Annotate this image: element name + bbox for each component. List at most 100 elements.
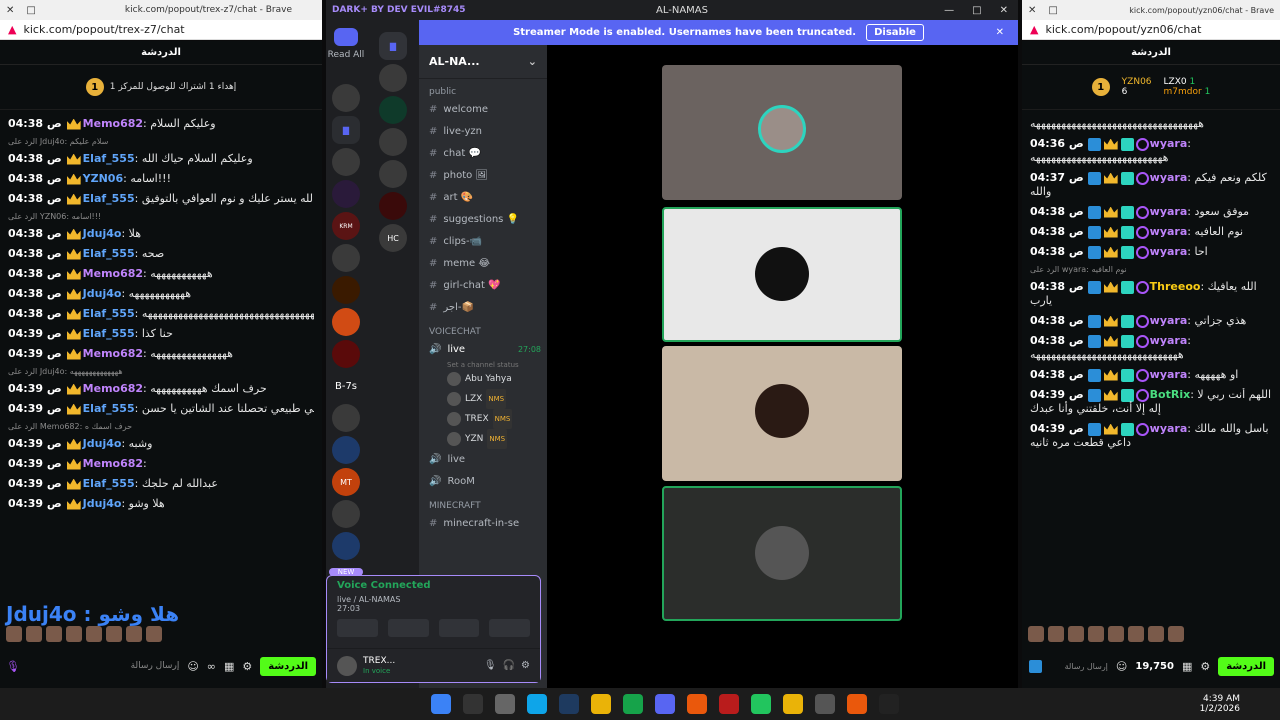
reply-reference[interactable]: الرد على Jduj4o: هههههههههههههه bbox=[8, 367, 314, 376]
close-tab-icon[interactable]: ✕ bbox=[6, 5, 14, 16]
channel-minecraft[interactable]: # minecraft-in-se bbox=[419, 513, 547, 535]
left-url[interactable]: kick.com/popout/trex-z7/chat bbox=[23, 23, 184, 36]
category-minecraft[interactable]: MINECRAFT bbox=[429, 501, 547, 511]
chat-message[interactable]: 04:38 ص Jduj4o: هههههههههههه bbox=[8, 287, 314, 301]
chat-message[interactable]: 04:38 ص wyara: موفق سعود bbox=[1030, 205, 1272, 219]
emote[interactable] bbox=[66, 626, 82, 642]
text-channel[interactable]: # girl-chat 💖 bbox=[419, 275, 547, 297]
username[interactable]: Elaf_555 bbox=[83, 477, 135, 490]
reply-reference[interactable]: الرد على wyara: نوم العافيه bbox=[1030, 265, 1272, 274]
left-chat-send-button[interactable]: الدردشة bbox=[260, 656, 316, 676]
right-url[interactable]: kick.com/popout/yzn06/chat bbox=[1045, 23, 1201, 36]
server-icon[interactable] bbox=[379, 160, 407, 188]
read-all[interactable]: Read All bbox=[326, 28, 366, 60]
camera-button[interactable] bbox=[337, 619, 378, 637]
server-icon[interactable] bbox=[332, 244, 360, 272]
chat-message[interactable]: 04:38 ص Elaf_555: الله يستر عليك و نوم ال… bbox=[8, 192, 314, 206]
category-public[interactable]: public bbox=[429, 87, 547, 97]
voice-user[interactable]: YZN NMS bbox=[419, 429, 547, 449]
dm-avatar[interactable] bbox=[332, 148, 360, 176]
username[interactable]: wyara bbox=[1150, 171, 1188, 184]
text-channel[interactable]: # photo 🖼 bbox=[419, 165, 547, 187]
chat-message[interactable]: 04:38 ص Threeoo: الله يعافيك يارب bbox=[1030, 280, 1272, 308]
chat-message[interactable]: 04:39 ص Elaf_555: حنا كذا bbox=[8, 327, 314, 341]
discord-icon[interactable] bbox=[655, 694, 675, 714]
chevron-down-icon[interactable]: ⌄ bbox=[528, 55, 537, 68]
chat-message[interactable]: 04:38 ص wyara: احا bbox=[1030, 245, 1272, 259]
text-channel[interactable]: # art 🎨 bbox=[419, 187, 547, 209]
username[interactable]: Elaf_555 bbox=[83, 192, 135, 205]
category-voicechat[interactable]: VOICECHAT bbox=[429, 327, 547, 337]
emote[interactable] bbox=[46, 626, 62, 642]
username[interactable]: Jduj4o bbox=[83, 437, 122, 450]
disable-button[interactable]: Disable bbox=[866, 24, 924, 41]
username[interactable]: wyara bbox=[1150, 314, 1188, 327]
emote[interactable] bbox=[106, 626, 122, 642]
username[interactable]: wyara bbox=[1150, 137, 1188, 150]
emote[interactable] bbox=[1088, 626, 1104, 642]
chat-message[interactable]: 04:36 ص wyara: هههههههههههههههههههههههههه… bbox=[1030, 137, 1272, 165]
server-icon[interactable] bbox=[379, 64, 407, 92]
server-b7s[interactable]: B-7s bbox=[332, 372, 360, 400]
activity-button[interactable] bbox=[438, 619, 480, 637]
video-tile[interactable] bbox=[662, 486, 902, 621]
badge-icon[interactable] bbox=[1029, 659, 1042, 673]
chat-message[interactable]: 04:38 ص Memo682: هههههههههههه bbox=[8, 267, 314, 281]
chat-message[interactable]: 04:39 ص wyara: باسل والله مالك داعي قطعت … bbox=[1030, 422, 1272, 450]
video-tile[interactable] bbox=[662, 65, 902, 200]
username[interactable]: Elaf_555 bbox=[83, 247, 135, 260]
steam-icon[interactable] bbox=[559, 694, 579, 714]
brave-icon[interactable] bbox=[847, 694, 867, 714]
emote[interactable] bbox=[1108, 626, 1124, 642]
voice-channel[interactable]: 🔊 live bbox=[419, 449, 547, 471]
username[interactable]: Jduj4o bbox=[83, 227, 122, 240]
username[interactable]: Elaf_555 bbox=[83, 152, 135, 165]
settings-icon[interactable]: ⚙ bbox=[242, 660, 252, 673]
video-tile[interactable] bbox=[662, 207, 902, 342]
close-icon[interactable]: ✕ bbox=[1000, 5, 1008, 16]
username[interactable]: BotRix bbox=[1150, 388, 1191, 401]
server-icon[interactable] bbox=[332, 436, 360, 464]
username[interactable]: Elaf_555 bbox=[83, 402, 135, 415]
text-channel[interactable]: # clips-📹 bbox=[419, 231, 547, 253]
text-channel[interactable]: # suggestions 💡 bbox=[419, 209, 547, 231]
server-icon[interactable] bbox=[332, 180, 360, 208]
emote[interactable] bbox=[86, 626, 102, 642]
chat-message[interactable]: 04:38 ص Elaf_555: ههههههههههههههههههههههه… bbox=[8, 307, 314, 321]
emote[interactable] bbox=[1068, 626, 1084, 642]
user-avatar[interactable] bbox=[337, 655, 357, 676]
chat-message[interactable]: 04:38 ص Elaf_555: صحه bbox=[8, 247, 314, 261]
chat-message[interactable]: 04:38 ص YZN06: اسامه!!! bbox=[8, 172, 314, 186]
username[interactable]: wyara bbox=[1150, 368, 1188, 381]
username[interactable]: wyara bbox=[1150, 334, 1188, 347]
restore-icon[interactable]: □ bbox=[1048, 5, 1057, 16]
reply-reference[interactable]: الرد على YZN06: اسامه!!! bbox=[8, 212, 314, 221]
right-chat-input[interactable]: إرسال رسالة bbox=[1051, 662, 1108, 671]
server-icon[interactable] bbox=[332, 340, 360, 368]
server-icon[interactable] bbox=[332, 308, 360, 336]
settings-icon[interactable]: ⚙ bbox=[1200, 660, 1210, 673]
text-channel[interactable]: # welcome bbox=[419, 99, 547, 121]
restore-icon[interactable]: □ bbox=[26, 5, 35, 16]
chat-message[interactable]: 04:39 ص Jduj4o: هلا وشو bbox=[8, 497, 314, 511]
emote[interactable] bbox=[1028, 626, 1044, 642]
left-chat-input[interactable]: إرسال رسالة bbox=[28, 661, 180, 671]
mic-icon[interactable]: 🎙 bbox=[6, 660, 20, 673]
emote[interactable] bbox=[1168, 626, 1184, 642]
screenshare-button[interactable] bbox=[387, 619, 429, 637]
brave-icon[interactable] bbox=[687, 694, 707, 714]
username[interactable]: Memo682 bbox=[83, 117, 143, 130]
epic-icon[interactable] bbox=[879, 694, 899, 714]
text-channel[interactable]: # chat 💬 bbox=[419, 143, 547, 165]
taskview-icon[interactable] bbox=[495, 694, 515, 714]
clock[interactable]: 4:39 AM 1/2/2026 bbox=[1200, 694, 1240, 714]
username[interactable]: Jduj4o bbox=[83, 287, 122, 300]
emoji-icon[interactable]: ☺ bbox=[187, 660, 198, 673]
points-counter[interactable]: 19,750 bbox=[1135, 661, 1174, 672]
chat-message[interactable]: 04:39 ص Elaf_555: عبدالله لم حلجك bbox=[8, 477, 314, 491]
emote[interactable] bbox=[26, 626, 42, 642]
app-icon[interactable] bbox=[815, 694, 835, 714]
emote[interactable] bbox=[1048, 626, 1064, 642]
mic-icon[interactable]: 🎙 bbox=[484, 660, 497, 671]
headphones-icon[interactable]: 🎧 bbox=[503, 660, 515, 671]
